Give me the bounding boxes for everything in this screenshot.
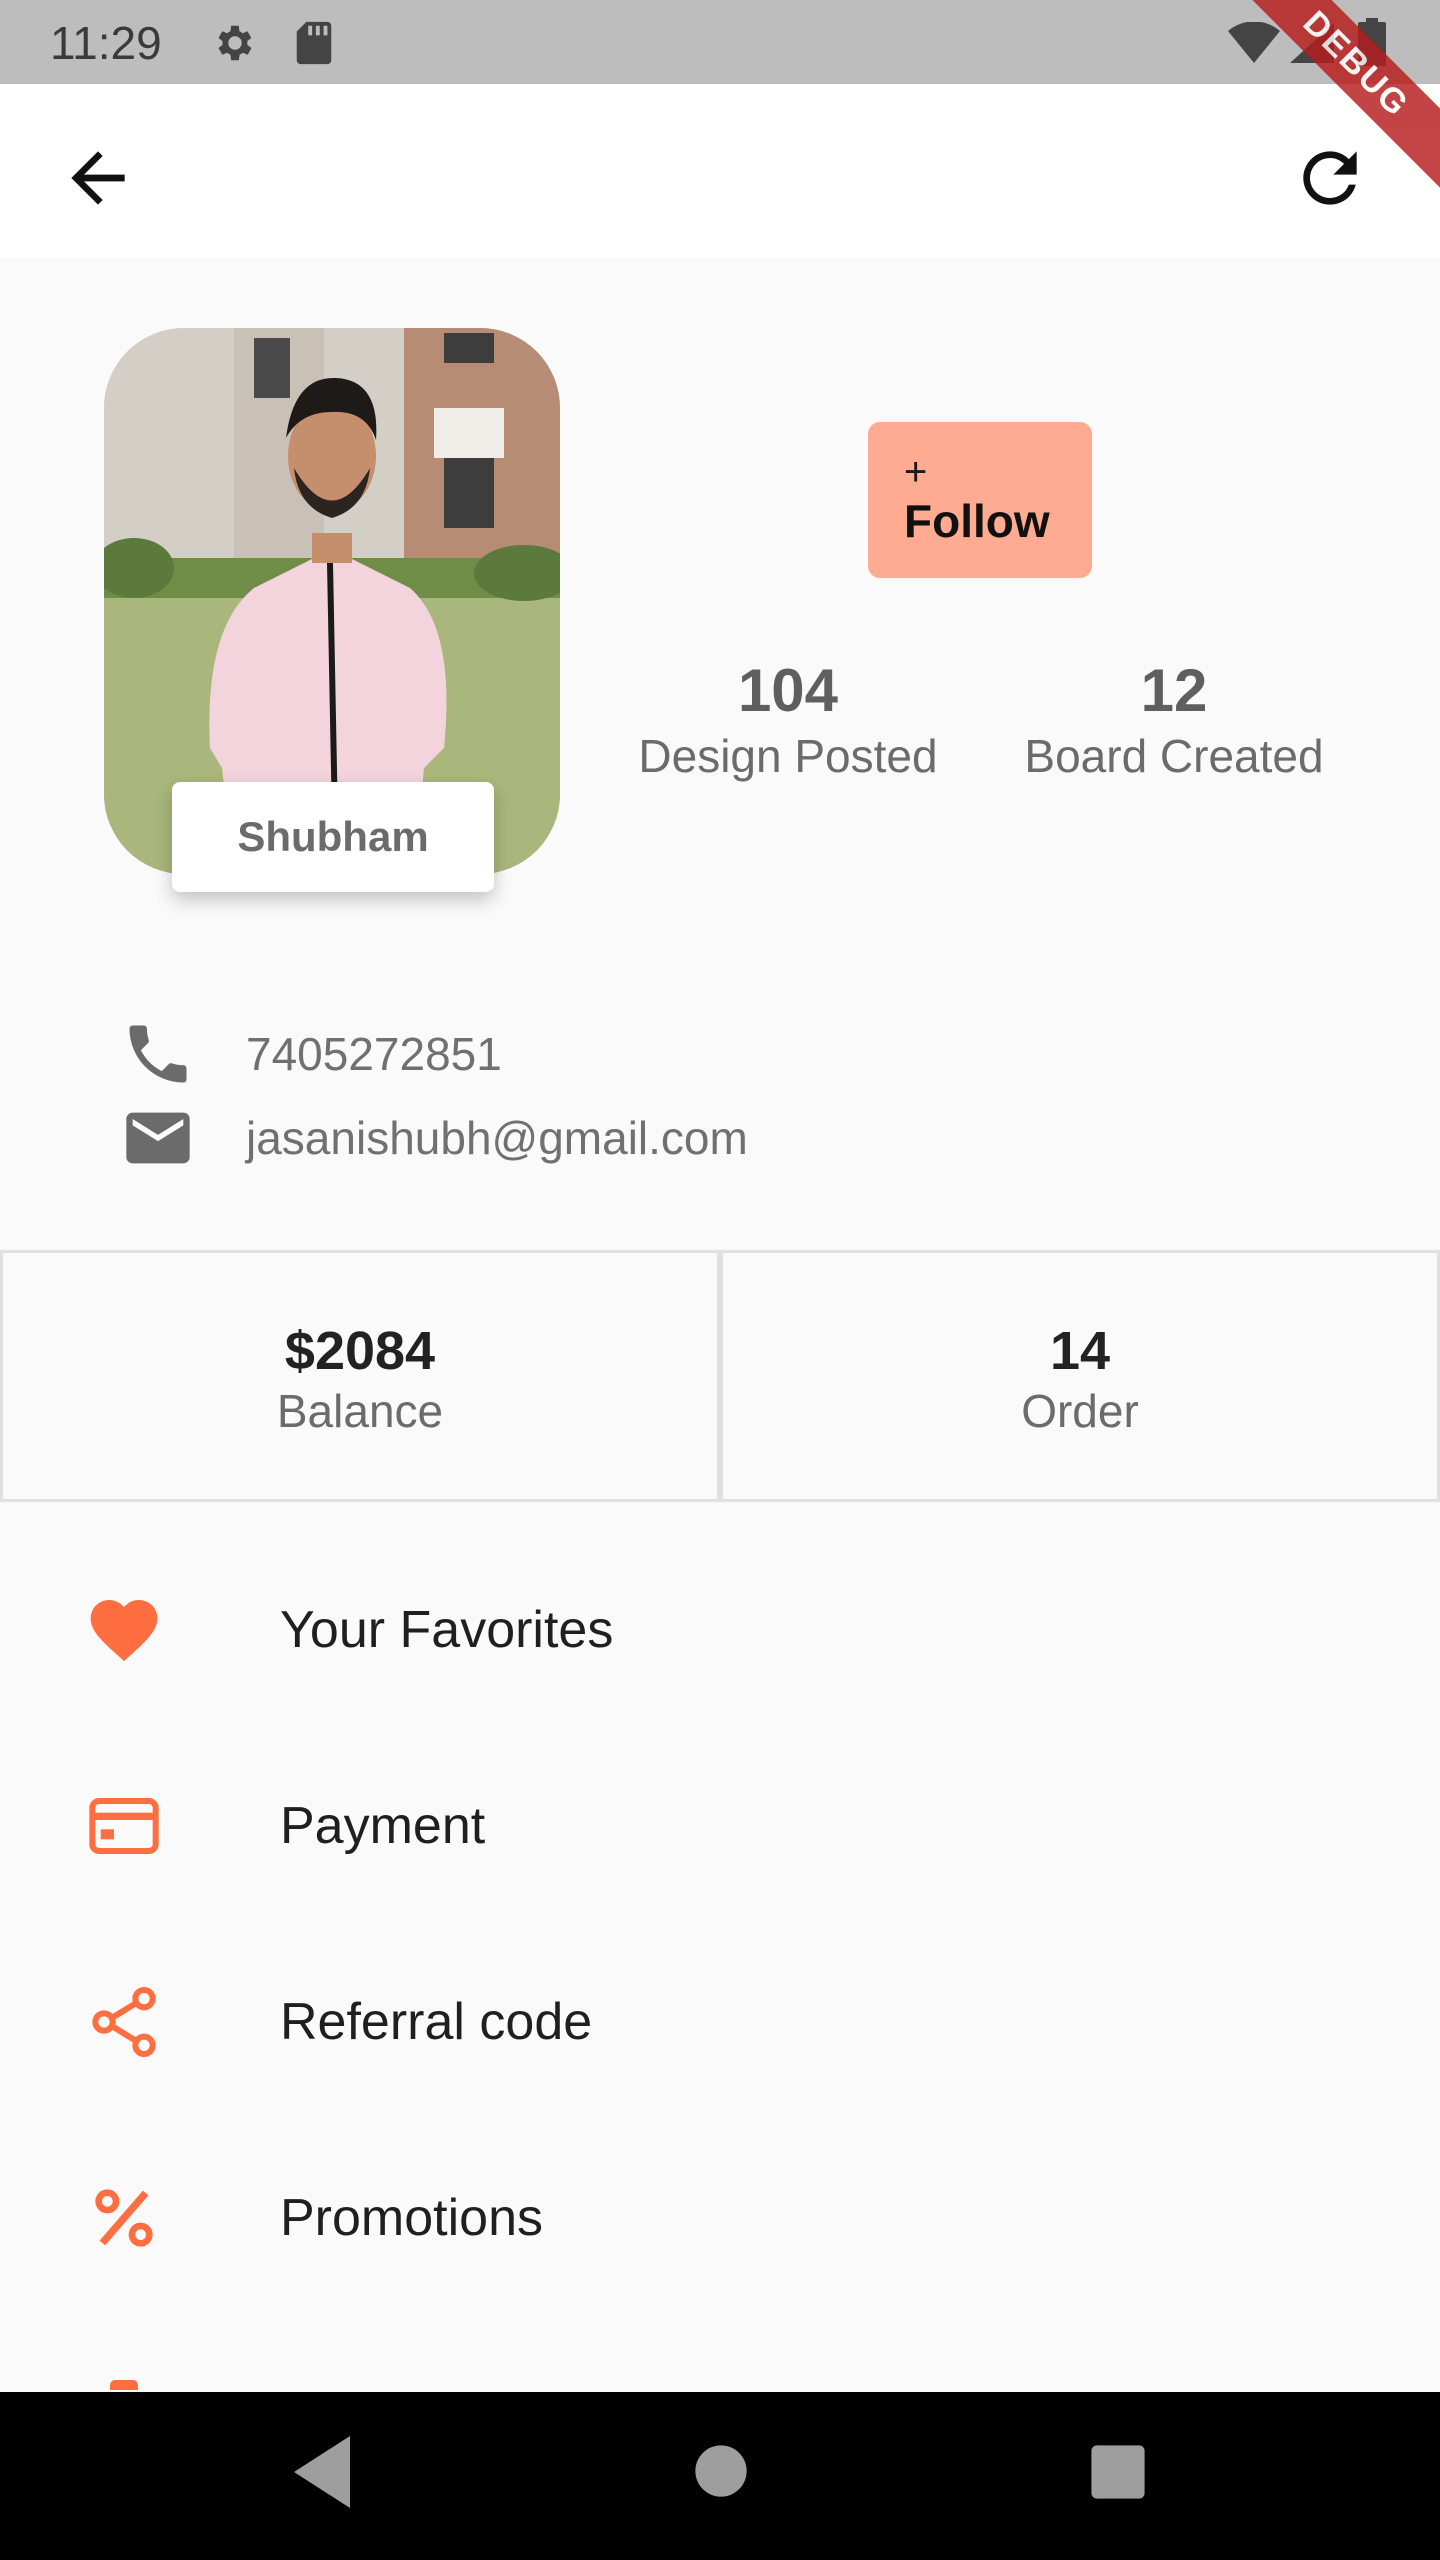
email-address: jasanishubh@gmail.com (246, 1112, 748, 1164)
app-bar (0, 84, 1440, 258)
balance-label: Balance (276, 1385, 444, 1437)
menu-item-label: Payment (280, 1797, 486, 1855)
back-arrow-icon[interactable] (58, 138, 138, 218)
system-nav-bar (0, 2392, 1440, 2560)
balance-value: $2084 (284, 1321, 436, 1381)
status-time: 11:29 (50, 17, 162, 69)
recents-square-icon[interactable] (1090, 2444, 1146, 2500)
contact-phone-row: 7405272851 (120, 1014, 502, 1094)
menu-item-favorites[interactable]: Your Favorites (0, 1532, 1440, 1728)
phone-icon (129, 1025, 187, 1083)
phone-number: 7405272851 (246, 1028, 502, 1080)
sd-card-icon (296, 21, 332, 65)
follow-button[interactable]: + Follow (868, 422, 1092, 578)
stat-value: 12 (1140, 657, 1208, 724)
stat-board-created: 12 Board Created (1000, 654, 1348, 784)
balance-box[interactable]: $2084 Balance (0, 1250, 720, 1502)
menu-item-partial-icon (110, 2380, 138, 2390)
order-value: 14 (1049, 1321, 1111, 1381)
heart-icon (90, 1599, 158, 1662)
share-icon (92, 1987, 156, 2057)
follow-plus-icon: + (904, 450, 928, 494)
menu-item-promotions[interactable]: Promotions (0, 2120, 1440, 2316)
menu-item-label: Promotions (280, 2189, 543, 2247)
stat-label: Board Created (1024, 730, 1324, 782)
stat-label: Design Posted (638, 730, 938, 782)
menu-item-label: Your Favorites (280, 1601, 614, 1659)
settings-icon (218, 25, 252, 61)
profile-screen: 11:29 DEBUG Shubham + Follow 104 Design … (0, 0, 1440, 2560)
contact-email-row: jasanishubh@gmail.com (120, 1098, 748, 1178)
profile-name-card: Shubham (172, 782, 494, 892)
menu-item-referral[interactable]: Referral code (0, 1924, 1440, 2120)
refresh-icon[interactable] (1290, 138, 1370, 218)
order-box[interactable]: 14 Order (720, 1250, 1440, 1502)
email-icon (126, 1112, 190, 1164)
order-label: Order (1021, 1385, 1139, 1437)
wifi-icon (1228, 22, 1280, 63)
menu-item-payment[interactable]: Payment (0, 1728, 1440, 1924)
follow-label: Follow (904, 495, 1050, 547)
credit-card-icon (89, 1798, 159, 1854)
stat-design-posted: 104 Design Posted (620, 654, 956, 784)
back-triangle-icon[interactable] (286, 2432, 358, 2512)
menu-item-label: Referral code (280, 1993, 593, 2051)
percent-icon (95, 2189, 153, 2247)
status-bar: 11:29 (0, 0, 1440, 84)
stat-value: 104 (737, 657, 839, 724)
home-circle-icon[interactable] (694, 2444, 748, 2498)
